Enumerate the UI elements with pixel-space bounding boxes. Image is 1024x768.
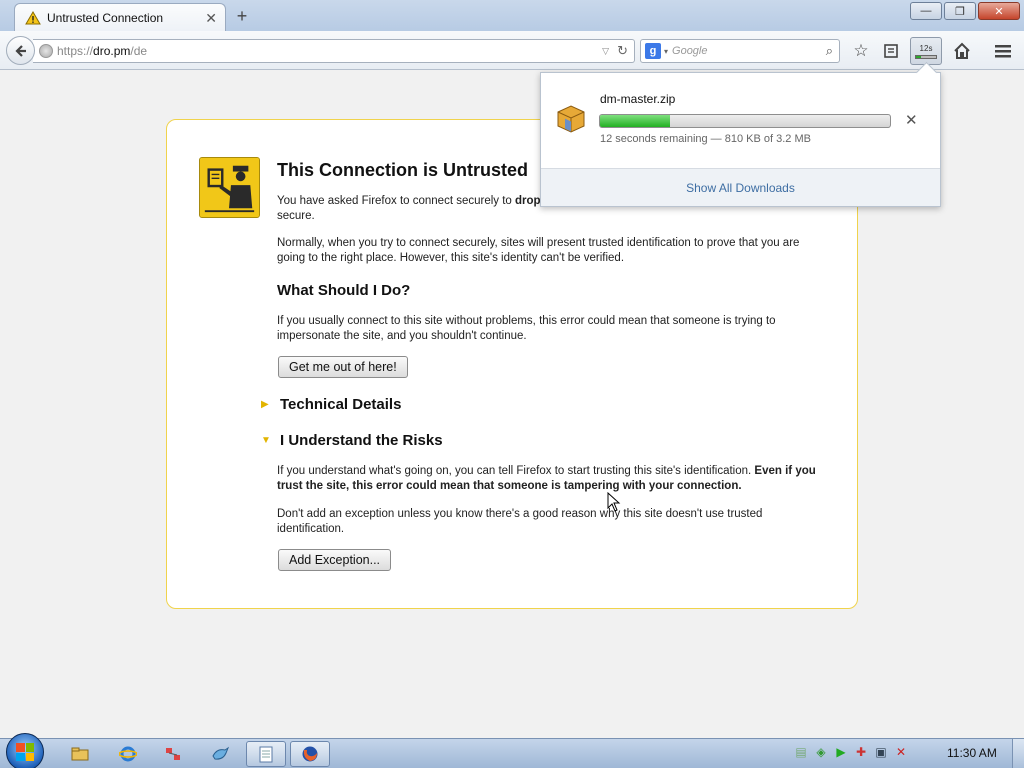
url-bar[interactable]: https://dro.pm/de ▽ ↻ bbox=[33, 39, 635, 63]
search-placeholder: Google bbox=[672, 45, 708, 57]
engine-dropdown-icon[interactable]: ▾ bbox=[664, 47, 668, 56]
download-file-name[interactable]: dm-master.zip bbox=[600, 92, 675, 106]
what-should-i-do-text: If you usually connect to this site with… bbox=[277, 315, 776, 342]
tab-close-icon[interactable]: ✕ bbox=[205, 11, 217, 25]
back-arrow-icon bbox=[14, 44, 26, 57]
history-dropdown-icon[interactable]: ▽ bbox=[602, 46, 609, 57]
window-controls: — ❐ ✕ bbox=[908, 2, 1020, 20]
taskbar-explorer-icon[interactable] bbox=[60, 741, 100, 767]
show-all-downloads-bar[interactable]: Show All Downloads bbox=[541, 168, 940, 206]
search-bar[interactable]: g ▾ Google ⌕ bbox=[640, 39, 840, 63]
download-mini-progress-fill bbox=[916, 55, 921, 58]
expand-twisty-icon[interactable]: ▶ bbox=[261, 399, 269, 410]
maximize-button[interactable]: ❐ bbox=[944, 2, 976, 20]
url-path: /de bbox=[130, 44, 148, 58]
reload-icon[interactable]: ↻ bbox=[617, 43, 628, 59]
globe-icon bbox=[39, 44, 53, 58]
zip-archive-icon bbox=[557, 105, 585, 133]
downloads-panel: dm-master.zip 12 seconds remaining — 810… bbox=[540, 72, 941, 207]
mouse-cursor-icon bbox=[607, 492, 621, 512]
add-exception-button[interactable]: Add Exception... bbox=[278, 549, 392, 571]
get-me-out-button[interactable]: Get me out of here! bbox=[278, 356, 408, 378]
download-progress-fill bbox=[600, 115, 670, 127]
tray-stack-icon[interactable]: ▤ bbox=[794, 745, 808, 759]
normally-text: Normally, when you try to connect secure… bbox=[277, 237, 800, 264]
url-text[interactable]: https://dro.pm/de bbox=[57, 44, 147, 58]
search-icon[interactable]: ⌕ bbox=[826, 43, 833, 59]
taskbar-clock[interactable]: 11:30 AM bbox=[947, 746, 997, 760]
understand-risks-toggle[interactable]: I Understand the Risks bbox=[280, 432, 443, 449]
download-status: 12 seconds remaining — 810 KB of 3.2 MB bbox=[600, 133, 811, 145]
windows-taskbar: ▤ ◈ ▶ ✚ ▣ ✕ 11:30 AM bbox=[0, 733, 1024, 768]
what-should-i-do-heading: What Should I Do? bbox=[277, 282, 411, 299]
understand-text-plain: If you understand what's going on, you c… bbox=[277, 465, 755, 477]
show-desktop-button[interactable] bbox=[1012, 739, 1024, 768]
intro-tail: secure. bbox=[277, 210, 315, 222]
warning-icon bbox=[25, 10, 41, 24]
page-title: This Connection is Untrusted bbox=[277, 160, 529, 180]
close-window-button[interactable]: ✕ bbox=[978, 2, 1020, 20]
tray-app-icon[interactable]: ✚ bbox=[854, 745, 868, 759]
taskbar-ie-icon[interactable] bbox=[108, 741, 148, 767]
download-mini-progress bbox=[915, 54, 937, 59]
taskbar-notepad-icon[interactable] bbox=[246, 741, 286, 767]
new-tab-button[interactable]: + bbox=[232, 6, 252, 26]
tab-untrusted-connection[interactable]: Untrusted Connection ✕ bbox=[14, 3, 226, 31]
minimize-button[interactable]: — bbox=[910, 2, 942, 20]
bookmark-star-icon[interactable]: ☆ bbox=[849, 39, 873, 63]
navigation-toolbar: https://dro.pm/de ▽ ↻ g ▾ Google ⌕ ☆ 12s bbox=[0, 31, 1024, 70]
intro-prefix: You have asked Firefox to connect secure… bbox=[277, 195, 516, 207]
exception-warning-text: Don't add an exception unless you know t… bbox=[277, 508, 763, 535]
taskbar-firefox-icon[interactable] bbox=[290, 741, 330, 767]
windows-logo-icon bbox=[16, 743, 34, 761]
back-button[interactable] bbox=[6, 36, 35, 65]
url-host: dro.pm bbox=[93, 44, 131, 58]
understand-text: If you understand what's going on, you c… bbox=[277, 464, 822, 494]
intro-host: drop bbox=[515, 195, 541, 207]
title-bar: Untrusted Connection ✕ + — ❐ ✕ bbox=[0, 0, 1024, 31]
download-progress-bar bbox=[599, 114, 891, 128]
home-icon[interactable] bbox=[950, 39, 974, 63]
taskbar-network-icon[interactable] bbox=[153, 741, 193, 767]
download-time-label: 12s bbox=[919, 43, 933, 53]
tab-title: Untrusted Connection bbox=[47, 10, 164, 25]
url-scheme: https:// bbox=[57, 44, 94, 58]
policeman-certificate-icon bbox=[199, 157, 260, 218]
cancel-download-icon[interactable]: ✕ bbox=[905, 111, 918, 129]
tray-shield-icon[interactable]: ◈ bbox=[814, 745, 828, 759]
system-tray: ▤ ◈ ▶ ✚ ▣ ✕ bbox=[794, 745, 914, 759]
collapse-twisty-icon[interactable]: ▼ bbox=[261, 435, 271, 446]
taskbar-bird-icon[interactable] bbox=[200, 741, 240, 767]
tray-network-icon[interactable]: ▣ bbox=[874, 745, 888, 759]
technical-details-toggle[interactable]: Technical Details bbox=[280, 396, 401, 413]
show-all-downloads-link[interactable]: Show All Downloads bbox=[686, 181, 795, 195]
bookmarks-menu-icon[interactable] bbox=[879, 39, 903, 63]
menu-icon[interactable] bbox=[991, 39, 1015, 63]
tray-play-icon[interactable]: ▶ bbox=[834, 745, 848, 759]
google-icon[interactable]: g bbox=[645, 43, 661, 59]
tray-volume-muted-icon[interactable]: ✕ bbox=[894, 745, 908, 759]
start-button[interactable] bbox=[6, 733, 44, 768]
